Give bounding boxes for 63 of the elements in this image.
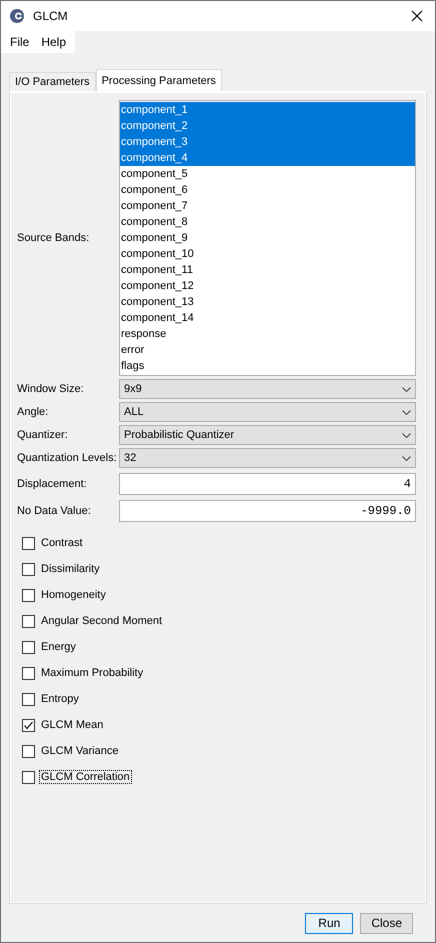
list-item[interactable]: component_14 [120,310,415,326]
dropdown[interactable]: 32 [119,448,416,468]
field-label: Quantizer: [17,429,69,441]
checkbox[interactable] [22,640,35,654]
list-item[interactable]: component_8 [120,214,415,230]
list-item[interactable]: component_6 [120,182,415,198]
chevron-down-icon [402,432,411,438]
field-label: Quantization Levels: [17,452,118,464]
input-field[interactable]: 4 [119,473,416,495]
checkbox-label: Energy [40,640,77,654]
tab[interactable]: I/O Parameters [9,72,96,91]
checkbox[interactable] [22,536,35,550]
checkbox-label: Contrast [40,536,84,550]
list-item[interactable]: error [120,342,415,358]
app-logo-icon [9,8,25,24]
list-item[interactable]: component_7 [120,198,415,214]
list-item[interactable]: component_13 [120,294,415,310]
dialog-button[interactable]: Close [360,912,413,934]
list-item[interactable]: component_11 [120,262,415,278]
menu-item[interactable]: File [4,35,36,49]
chevron-down-icon [402,410,411,414]
list-item[interactable]: component_5 [120,166,415,182]
dialog-button[interactable]: Run [305,912,354,934]
field-label: Displacement: [17,478,88,490]
dropdown[interactable]: 9x9 [119,379,416,399]
checkbox-label: Angular Second Moment [40,614,164,628]
checkbox[interactable] [22,744,35,758]
chevron-down-icon [402,386,411,392]
checkbox-label: GLCM Variance [40,744,120,758]
checkbox[interactable] [22,562,35,576]
field-label: Angle: [17,406,50,418]
checkbox[interactable] [22,718,35,732]
list-item[interactable]: component_1 [120,102,415,118]
checkbox-label: Homogeneity [40,588,107,602]
checkbox-label: GLCM Correlation [39,770,132,784]
field-label: Source Bands: [17,232,90,244]
chevron-down-icon [402,456,411,460]
checkbox[interactable] [22,614,35,628]
field-label: No Data Value: [17,505,92,517]
checkbox-label: GLCM Mean [40,718,104,732]
list-item[interactable]: component_9 [120,230,415,246]
input-field[interactable]: -9999.0 [119,500,416,522]
close-icon[interactable] [411,10,423,22]
window-title: GLCM [33,9,69,23]
checkbox-label: Dissimilarity [40,562,101,576]
list-item[interactable]: component_3 [120,134,415,150]
checkbox[interactable] [22,692,35,706]
checkbox[interactable] [22,588,35,602]
field-label: Window Size: [17,383,85,395]
list-item[interactable]: component_4 [120,150,415,166]
checkbox[interactable] [22,770,35,784]
list-item[interactable]: flags [120,358,415,374]
list-item[interactable]: component_10 [120,246,415,262]
checkbox-label: Maximum Probability [40,666,144,680]
checkbox[interactable] [22,666,35,680]
list-item[interactable]: response [120,326,415,342]
menu-item[interactable]: Help [35,35,72,49]
tab[interactable]: Processing Parameters [96,69,222,91]
checkbox-label: Entropy [40,692,80,706]
dropdown[interactable]: ALL [119,402,416,422]
list-item[interactable]: component_12 [120,278,415,294]
list-item[interactable]: component_2 [120,118,415,134]
dropdown[interactable]: Probabilistic Quantizer [119,425,416,445]
